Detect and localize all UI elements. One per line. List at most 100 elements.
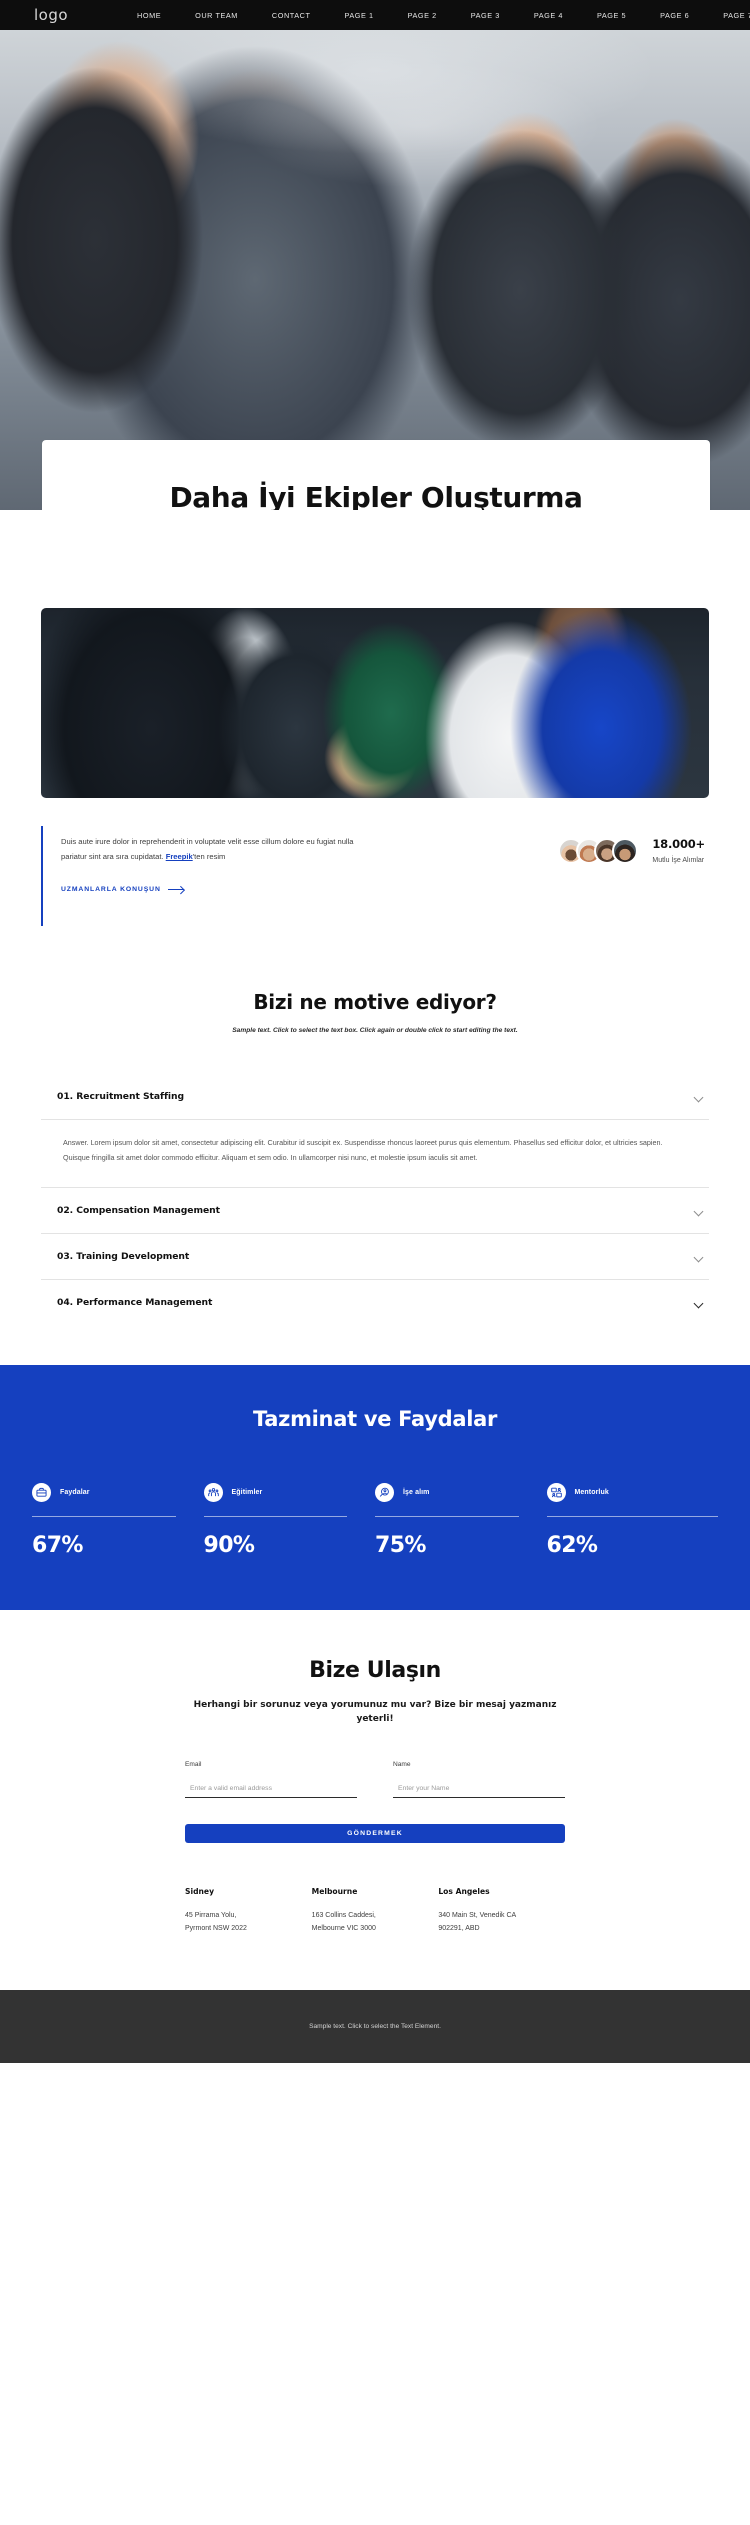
freepik-link[interactable]: Freepik [166, 852, 193, 861]
benefit-value: 90% [203, 1533, 255, 1559]
happy-hires-stat: 18.000+ Mutlu İşe Alımlar [558, 837, 709, 864]
feature-section: Duis aute irure dolor in reprehenderit i… [0, 510, 750, 933]
nav-item-home[interactable]: HOME [120, 11, 178, 20]
chevron-down-icon[interactable] [694, 1092, 703, 1101]
address-los-angeles: Los Angeles 340 Main St, Venedik CA 9022… [438, 1887, 565, 1936]
benefits-grid: Faydalar 67% Eğitimler 90% İşe alım 75% … [32, 1483, 718, 1558]
address-city: Melbourne [311, 1887, 358, 1897]
accordion-header-4[interactable]: 04. Performance Management [41, 1280, 709, 1325]
contact-title: Bize Ulaşın [309, 1658, 441, 1684]
nav-item-our-team[interactable]: OUR TEAM [178, 11, 255, 20]
top-navbar: logo HOME OUR TEAM CONTACT PAGE 1 PAGE 2… [0, 0, 750, 30]
address-city: Los Angeles [438, 1887, 490, 1897]
address-line-1: 340 Main St, Venedik CA [438, 1912, 517, 1920]
hero-title: Daha İyi Ekipler Oluşturma [169, 481, 583, 510]
quote-text-after: 'ten resim [192, 852, 226, 862]
avatar-group [558, 838, 639, 864]
chevron-down-icon[interactable] [694, 1252, 703, 1261]
quote-text: Duis aute irure dolor in reprehenderit i… [61, 834, 371, 864]
benefit-label: İşe alım [403, 1489, 430, 1497]
benefit-divider [375, 1516, 519, 1518]
hero-section: Daha İyi Ekipler Oluşturma Lorem ipsum d… [0, 30, 750, 510]
handshake-photo [41, 608, 709, 798]
search-person-icon [375, 1483, 394, 1503]
name-field-group: Name [393, 1761, 565, 1799]
benefit-header: Mentorluk [546, 1483, 719, 1503]
accordion-header-2[interactable]: 02. Compensation Management [41, 1188, 709, 1233]
benefits-section: Tazminat ve Faydalar Faydalar 67% Eğitim… [0, 1365, 750, 1611]
accordion-heading-1: 01. Recruitment Staffing [57, 1091, 185, 1103]
benefit-divider [203, 1516, 347, 1518]
nav-item-page-4[interactable]: PAGE 4 [517, 11, 580, 20]
site-footer: Sample text. Click to select the Text El… [0, 1989, 750, 2063]
benefit-value: 62% [546, 1533, 598, 1559]
accordion-header-1[interactable]: 01. Recruitment Staffing [41, 1074, 709, 1119]
benefit-label: Faydalar [60, 1489, 90, 1497]
chevron-down-icon[interactable] [694, 1206, 703, 1215]
benefit-item-ise-alim: İşe alım 75% [375, 1483, 547, 1558]
benefit-header: Eğitimler [203, 1483, 348, 1503]
benefit-label: Mentorluk [574, 1489, 609, 1497]
stat-value: 18.000+ [652, 837, 705, 852]
email-label: Email [185, 1761, 202, 1769]
submit-button[interactable]: GÖNDERMEK [185, 1824, 565, 1844]
benefit-divider [546, 1516, 718, 1518]
email-input[interactable] [185, 1785, 357, 1799]
talk-to-experts-link[interactable]: UZMANLARLA KONUŞUN [61, 886, 184, 893]
benefit-item-mentorluk: Mentorluk 62% [546, 1483, 719, 1559]
nav-item-page-5[interactable]: PAGE 5 [580, 11, 643, 20]
form-fields-row: Email Name [185, 1761, 565, 1799]
nav-item-page-1[interactable]: PAGE 1 [328, 11, 391, 20]
accordion-heading-2: 02. Compensation Management [57, 1205, 220, 1217]
address-line-2: 902291, ABD [438, 1925, 480, 1932]
nav-item-contact[interactable]: CONTACT [255, 11, 328, 20]
name-input[interactable] [393, 1785, 565, 1799]
address-list: Sidney 45 Pirrama Yolu, Pyrmont NSW 2022… [185, 1887, 565, 1990]
quote-block: Duis aute irure dolor in reprehenderit i… [41, 826, 371, 927]
accordion-heading-3: 03. Training Development [57, 1251, 190, 1263]
accordion-item-1: 01. Recruitment Staffing Answer. Lorem i… [41, 1074, 709, 1189]
address-line-1: 45 Pirrama Yolu, [185, 1912, 237, 1920]
address-line-1: 163 Collins Caddesi, [311, 1912, 376, 1920]
address-sidney: Sidney 45 Pirrama Yolu, Pyrmont NSW 2022 [185, 1887, 312, 1936]
benefit-label: Eğitimler [231, 1489, 263, 1497]
benefit-header: İşe alım [375, 1483, 519, 1503]
talk-to-experts-label: UZMANLARLA KONUŞUN [61, 886, 161, 894]
presentation-board-icon [546, 1483, 566, 1503]
benefit-divider [32, 1516, 176, 1518]
hero-background-photo [0, 30, 750, 510]
contact-form: Email Name GÖNDERMEK [185, 1761, 565, 1844]
stat-text-group: 18.000+ Mutlu İşe Alımlar [652, 837, 705, 864]
address-city: Sidney [185, 1887, 215, 1897]
accordion-subtitle: Sample text. Click to select the text bo… [232, 1027, 518, 1035]
benefit-item-egitimler: Eğitimler 90% [203, 1483, 376, 1559]
briefcase-icon [32, 1483, 51, 1503]
quote-stat-row: Duis aute irure dolor in reprehenderit i… [41, 826, 709, 932]
accordion-item-2: 02. Compensation Management [41, 1188, 709, 1235]
accordion-item-4: 04. Performance Management [41, 1280, 709, 1325]
arrow-right-icon [167, 889, 184, 891]
accordion-header-3[interactable]: 03. Training Development [41, 1234, 709, 1279]
address-melbourne: Melbourne 163 Collins Caddesi, Melbourne… [312, 1887, 439, 1936]
chevron-down-icon[interactable] [694, 1298, 703, 1307]
address-line-2: Pyrmont NSW 2022 [185, 1925, 247, 1932]
stat-label: Mutlu İşe Alımlar [652, 856, 705, 864]
accordion-section: Bizi ne motive ediyor? Sample text. Clic… [0, 932, 750, 1365]
nav-item-page-6[interactable]: PAGE 6 [643, 11, 706, 20]
benefit-value: 75% [375, 1533, 426, 1559]
nav-item-page-7[interactable]: PAGE 7 [706, 11, 750, 20]
accordion-heading-4: 04. Performance Management [57, 1297, 213, 1309]
site-logo[interactable]: logo [34, 6, 68, 24]
benefit-header: Faydalar [32, 1483, 176, 1503]
hero-card: Daha İyi Ekipler Oluşturma Lorem ipsum d… [42, 440, 710, 510]
people-group-icon [203, 1483, 223, 1503]
accordion-item-3: 03. Training Development [41, 1234, 709, 1281]
nav-item-page-3[interactable]: PAGE 3 [454, 11, 517, 20]
accordion-list: 01. Recruitment Staffing Answer. Lorem i… [41, 1074, 709, 1325]
contact-lead: Herhangi bir sorunuz veya yorumunuz mu v… [193, 1700, 557, 1725]
benefit-value: 67% [32, 1533, 83, 1559]
email-field-group: Email [185, 1761, 357, 1799]
nav-item-page-2[interactable]: PAGE 2 [391, 11, 454, 20]
avatar [612, 838, 639, 864]
footer-text: Sample text. Click to select the Text El… [309, 2022, 441, 2030]
